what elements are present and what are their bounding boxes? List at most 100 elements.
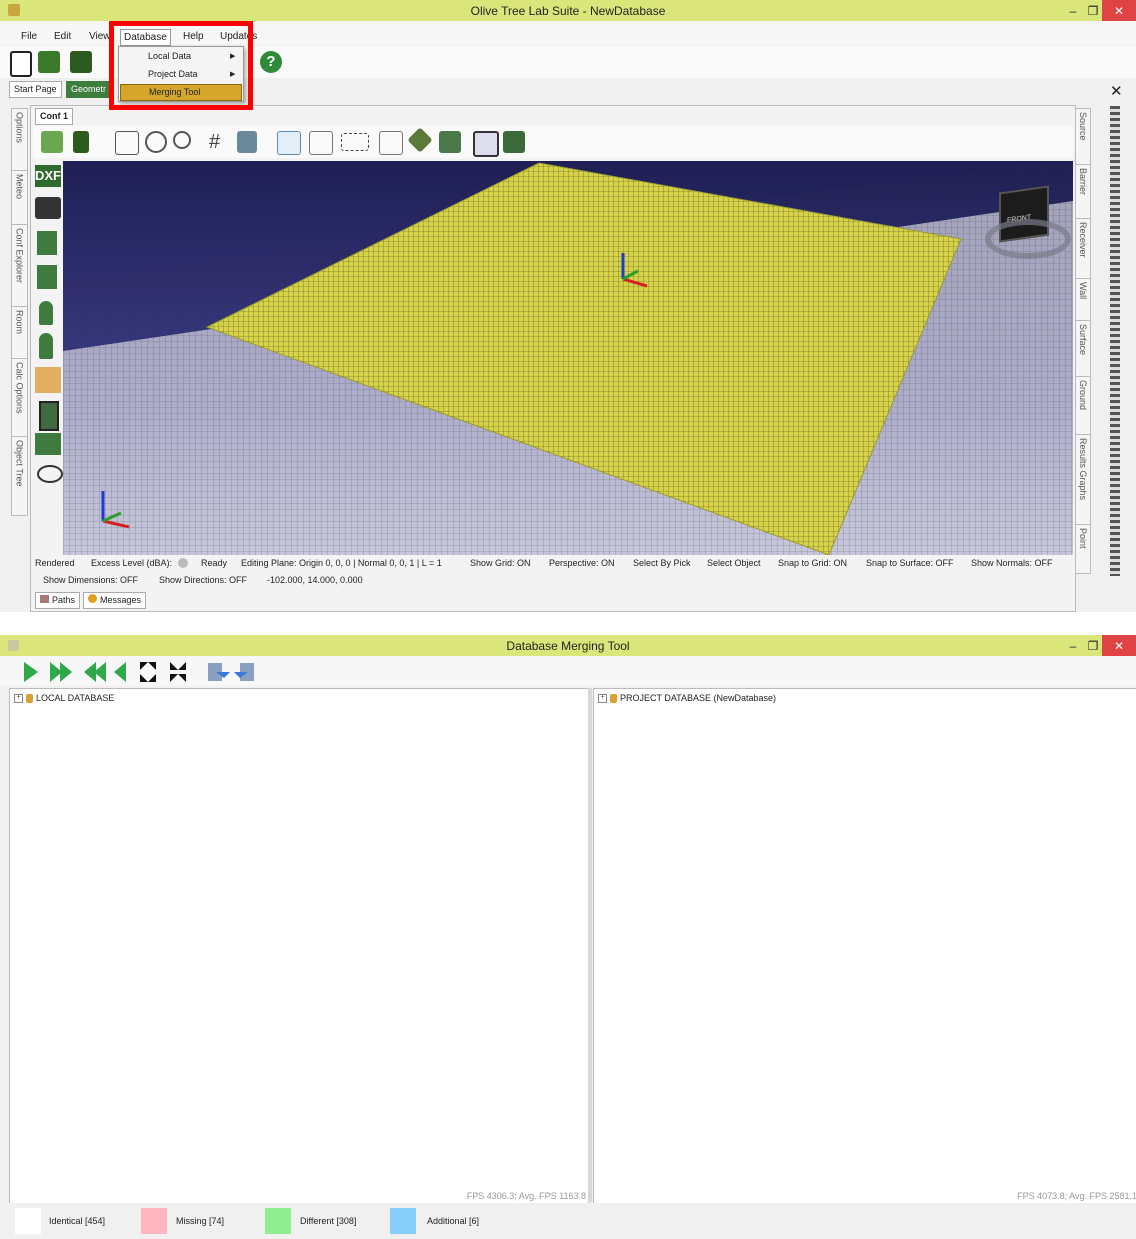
right-scroll-strip[interactable] (1110, 106, 1120, 576)
surface-select-icon[interactable] (407, 127, 433, 153)
new-file-icon[interactable] (10, 51, 32, 77)
axes-icon[interactable] (309, 131, 333, 155)
merge-restore-icon[interactable]: ❐ (1084, 635, 1102, 656)
legend-label-missing: Missing [74] (176, 1216, 225, 1226)
snap-icon[interactable] (277, 131, 301, 155)
minimize-icon[interactable]: – (1062, 0, 1084, 21)
status-rendered: Rendered (35, 558, 75, 568)
menu-edit[interactable]: Edit (51, 29, 74, 44)
save-icon[interactable] (70, 51, 92, 73)
microphone-icon[interactable] (39, 301, 53, 325)
barrier-wall-icon[interactable] (35, 367, 61, 393)
local-database-label: LOCAL DATABASE (36, 693, 115, 703)
legend-label-different: Different [308] (300, 1216, 357, 1226)
close-icon[interactable]: ✕ (1102, 0, 1136, 21)
tab-messages[interactable]: Messages (83, 592, 147, 609)
viewport-3d[interactable]: FRONT (63, 161, 1073, 555)
tab-geometry[interactable]: Geometr (66, 81, 112, 98)
status-show-normals[interactable]: Show Normals: OFF (971, 558, 1053, 568)
close-panel-icon[interactable]: ✕ (1110, 82, 1123, 100)
project-database-label: PROJECT DATABASE (NewDatabase) (620, 693, 777, 703)
calculator-icon[interactable] (73, 131, 89, 153)
legend-label-additional: Additional [6] (427, 1216, 480, 1226)
restore-icon[interactable]: ❐ (1084, 0, 1102, 21)
tab-paths[interactable]: Paths (35, 592, 81, 609)
side-tab-calc-options[interactable]: Calc Options (11, 358, 28, 440)
highlight-box (109, 21, 253, 110)
status-snap-grid[interactable]: Snap to Grid: ON (778, 558, 847, 568)
local-database-panel: + LOCAL DATABASE FPS 4306.3; Avg. FPS 11… (9, 688, 589, 1204)
collapse-all-icon[interactable] (170, 662, 186, 682)
messages-icon (88, 594, 97, 603)
side-tab-object-tree[interactable]: Object Tree (11, 436, 28, 516)
database-icon (26, 693, 33, 703)
status-indicator-dot (178, 558, 188, 568)
local-database-node[interactable]: + LOCAL DATABASE (14, 693, 114, 703)
grid-icon[interactable]: # (209, 131, 231, 153)
app-icon (8, 4, 20, 16)
zoom-icon[interactable] (173, 131, 191, 149)
pointer-icon[interactable] (379, 131, 403, 155)
menu-file[interactable]: File (18, 29, 40, 44)
fast-forward-icon[interactable] (50, 662, 72, 682)
tab-start-page[interactable]: Start Page (9, 81, 62, 98)
move-arrows-icon[interactable] (237, 131, 257, 153)
expand-icon[interactable]: + (14, 693, 23, 703)
side-tab-point[interactable]: Point (1075, 524, 1091, 574)
side-tab-meteo[interactable]: Meteo (11, 170, 28, 228)
eye-icon[interactable] (37, 465, 63, 483)
layers-icon[interactable] (41, 131, 63, 153)
legend-label-identical: Identical [454] (49, 1216, 106, 1226)
door-icon[interactable] (39, 401, 59, 431)
merge-left-icon[interactable] (234, 663, 254, 681)
side-tab-wall[interactable]: Wall (1075, 278, 1091, 324)
status-show-directions[interactable]: Show Directions: OFF (159, 575, 247, 585)
home-view-icon[interactable] (503, 131, 525, 153)
side-tab-room[interactable]: Room (11, 306, 28, 362)
grid-lock-icon[interactable] (473, 131, 499, 157)
side-tab-ground[interactable]: Ground (1075, 376, 1091, 438)
dxf-import-button[interactable]: DXF (35, 165, 61, 187)
side-tab-barrier[interactable]: Barrier (1075, 164, 1091, 222)
rotate-icon[interactable] (145, 131, 167, 153)
status-show-grid[interactable]: Show Grid: ON (470, 558, 531, 568)
status-perspective[interactable]: Perspective: ON (549, 558, 615, 568)
edge-select-icon[interactable] (439, 131, 461, 153)
status-excess-level: Excess Level (dBA): (91, 558, 173, 568)
play-icon[interactable] (24, 662, 38, 682)
side-tab-surface[interactable]: Surface (1075, 320, 1091, 380)
window-title: Olive Tree Lab Suite - NewDatabase (470, 3, 666, 18)
side-tab-results-graphs[interactable]: Results Graphs (1075, 434, 1091, 528)
ground-icon[interactable] (35, 433, 61, 455)
merge-close-icon[interactable]: ✕ (1102, 635, 1136, 656)
tab-conf-1[interactable]: Conf 1 (35, 108, 73, 125)
legend-swatch-additional (390, 1208, 416, 1234)
paths-label: Paths (52, 595, 76, 605)
side-tab-options[interactable]: Options (11, 108, 28, 174)
panel-splitter[interactable] (588, 688, 592, 1202)
open-folder-icon[interactable] (38, 51, 60, 73)
project-database-node[interactable]: + PROJECT DATABASE (NewDatabase) (598, 693, 776, 703)
pan-hand-icon[interactable] (115, 131, 139, 155)
camera-icon[interactable] (35, 197, 61, 219)
select-box-icon[interactable] (341, 133, 369, 151)
speaker-icon[interactable] (37, 231, 57, 255)
fast-rewind-icon[interactable] (84, 662, 106, 682)
merge-right-icon[interactable] (208, 663, 230, 681)
step-back-icon[interactable] (114, 662, 126, 682)
merge-minimize-icon[interactable]: – (1062, 635, 1084, 656)
help-icon[interactable]: ? (260, 51, 282, 73)
side-tab-receiver[interactable]: Receiver (1075, 218, 1091, 282)
status-snap-surface[interactable]: Snap to Surface: OFF (866, 558, 954, 568)
side-tab-source[interactable]: Source (1075, 108, 1091, 168)
microphone-array-icon[interactable] (39, 333, 53, 359)
nav-cube-ring[interactable] (985, 219, 1071, 259)
status-select-object[interactable]: Select Object (707, 558, 761, 568)
expand-all-icon[interactable] (140, 662, 156, 682)
left-tool-column: DXF (31, 161, 63, 551)
side-tab-conf-explorer[interactable]: Conf Explorer (11, 224, 28, 310)
status-select-by-pick[interactable]: Select By Pick (633, 558, 691, 568)
status-show-dimensions[interactable]: Show Dimensions: OFF (43, 575, 138, 585)
expand-icon[interactable]: + (598, 693, 607, 703)
speaker-array-icon[interactable] (37, 265, 57, 289)
